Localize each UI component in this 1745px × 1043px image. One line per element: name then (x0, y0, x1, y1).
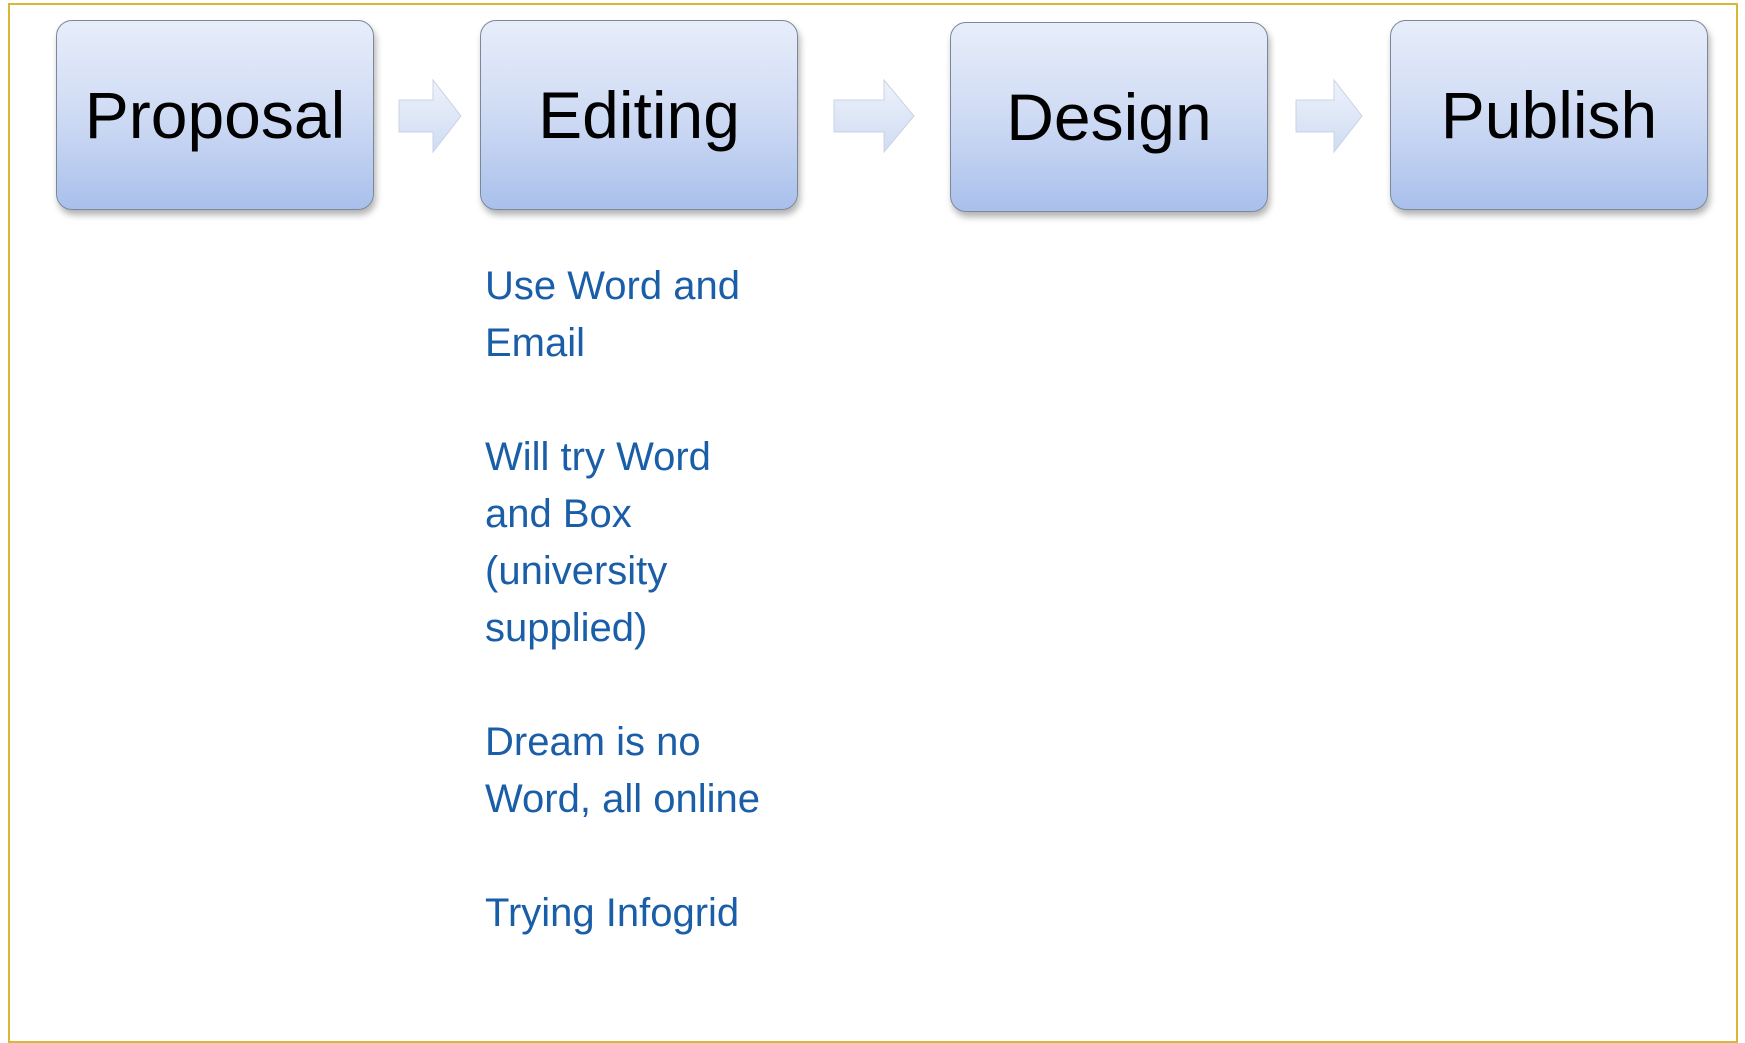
note-line: Email (485, 321, 586, 365)
stage-label: Proposal (84, 78, 346, 152)
editing-notes: Use Word and Email Will try Word and Box… (485, 258, 825, 942)
right-arrow-icon (1295, 78, 1363, 154)
stage-publish: Publish (1390, 20, 1708, 210)
stage-editing: Editing (480, 20, 798, 210)
note-line: Use Word and (485, 264, 740, 308)
stage-proposal: Proposal (56, 20, 374, 210)
note-spacer (485, 828, 825, 885)
stage-label: Publish (1440, 78, 1658, 152)
stage-label: Editing (538, 78, 740, 152)
note-line: Trying Infogrid (485, 891, 740, 935)
right-arrow-icon (833, 78, 915, 154)
right-arrow-icon (398, 78, 462, 154)
note-spacer (485, 372, 825, 429)
note-line: Dream is no (485, 720, 701, 764)
note-line: and Box (485, 492, 632, 536)
stage-label: Design (1006, 80, 1212, 154)
note-line: Word, all online (485, 777, 760, 821)
note-spacer (485, 657, 825, 714)
note-line: Will try Word (485, 435, 711, 479)
note-line: supplied) (485, 606, 648, 650)
stage-design: Design (950, 22, 1268, 212)
note-line: (university (485, 549, 668, 593)
